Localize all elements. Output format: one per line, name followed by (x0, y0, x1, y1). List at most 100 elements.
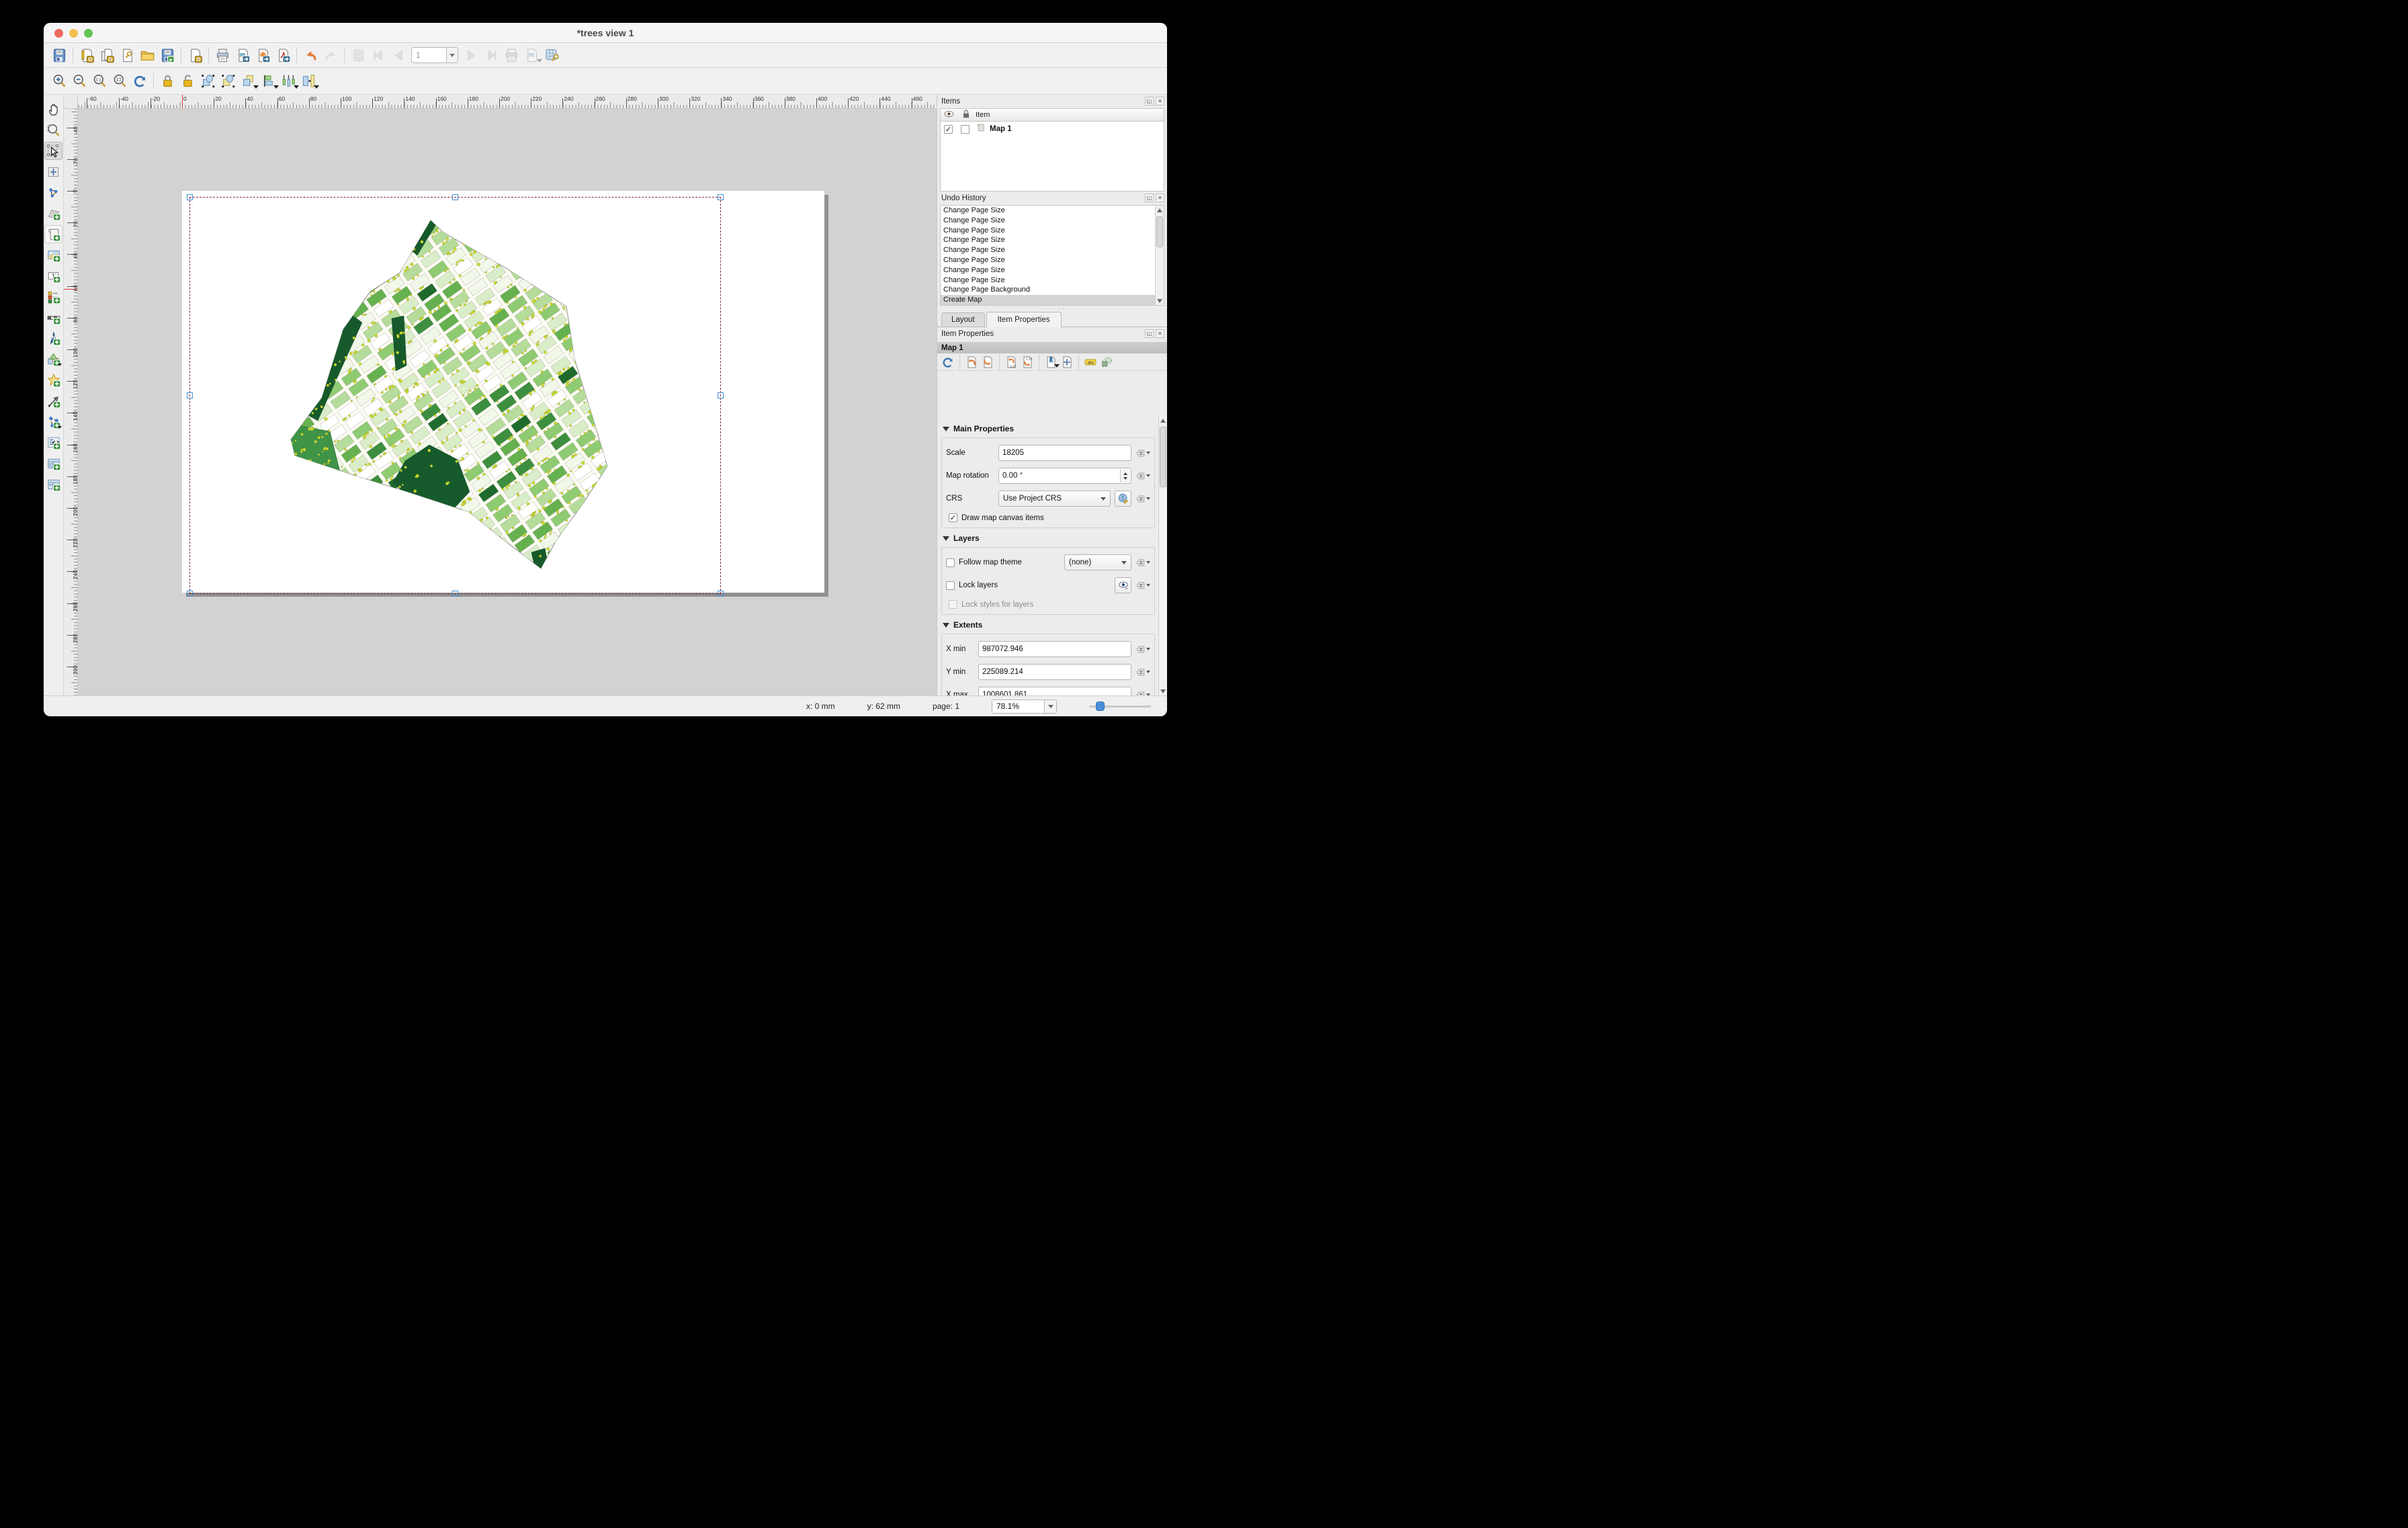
add-shape-button[interactable] (44, 350, 62, 368)
print-atlas-button[interactable] (501, 45, 521, 65)
items-row-map1[interactable]: ✓ Map 1 (941, 122, 1164, 136)
distribute-selected-items-button[interactable] (278, 71, 299, 91)
atlas-page-input[interactable] (411, 47, 446, 63)
set-map-extent-to-canvas-button[interactable] (963, 354, 980, 370)
resize-handle-w[interactable] (187, 392, 193, 398)
tab-item-properties[interactable]: Item Properties (986, 312, 1062, 327)
xmax-override-button[interactable] (1135, 688, 1150, 695)
lock-layers-override-button[interactable] (1135, 579, 1150, 592)
crs-dropdown[interactable]: Use Project CRS (998, 491, 1111, 507)
scroll-down-icon[interactable] (1159, 687, 1167, 695)
zoom-in-button[interactable] (49, 71, 69, 91)
panel-splitter[interactable] (937, 306, 1167, 311)
add-attribute-table-button[interactable] (44, 454, 62, 472)
resize-handle-nw[interactable] (187, 194, 193, 200)
map1-lock-checkbox[interactable] (961, 124, 970, 134)
select-crs-button[interactable] (1115, 491, 1131, 507)
follow-map-theme-checkbox[interactable] (946, 558, 955, 567)
layers-section[interactable]: Layers (943, 534, 1155, 543)
atlas-last-feature-button[interactable] (481, 45, 501, 65)
dropdown-icon[interactable] (446, 47, 458, 63)
xmax-input[interactable] (978, 687, 1131, 695)
edit-nodes-item-tool-button[interactable] (44, 183, 62, 202)
raise-selected-items-button[interactable] (238, 71, 259, 91)
zoom-slider-handle[interactable] (1096, 702, 1105, 711)
export-as-image-button[interactable] (232, 45, 253, 65)
close-panel-icon[interactable]: ✕ (1156, 194, 1164, 202)
select-move-item-tool-button[interactable] (44, 142, 62, 160)
zoom-out-button[interactable] (69, 71, 89, 91)
undo-history-entry[interactable]: Create Map (941, 295, 1164, 305)
export-atlas-button[interactable] (521, 45, 542, 65)
undo-history-entry[interactable]: Change Page Size (941, 216, 1164, 226)
group-items-button[interactable] (198, 71, 218, 91)
add-arrow-button[interactable] (44, 392, 62, 410)
xmin-input[interactable] (978, 641, 1131, 657)
layout-page[interactable] (182, 191, 824, 597)
scroll-down-icon[interactable] (1156, 296, 1164, 305)
add-marker-button[interactable] (44, 371, 62, 389)
ymin-input[interactable] (978, 664, 1131, 680)
resize-handle-n[interactable] (452, 194, 458, 200)
clipping-settings-button[interactable] (1099, 354, 1115, 370)
resize-handle-se[interactable] (718, 591, 724, 597)
spinner-arrows-icon[interactable] (1120, 469, 1130, 482)
zoom-full-extent-button[interactable] (110, 71, 130, 91)
undo-history-entry[interactable]: Change Page Size (941, 275, 1164, 286)
add-map-button[interactable] (44, 225, 62, 243)
redo-button[interactable] (320, 45, 341, 65)
atlas-next-feature-button[interactable] (461, 45, 481, 65)
scale-override-button[interactable] (1135, 446, 1150, 460)
close-panel-icon[interactable]: ✕ (1156, 97, 1164, 105)
export-as-svg-button[interactable] (253, 45, 273, 65)
add-3d-map-button[interactable] (44, 204, 62, 222)
map-item[interactable] (187, 194, 724, 597)
unlock-all-items-button[interactable] (177, 71, 198, 91)
properties-scrollbar[interactable] (1158, 416, 1167, 695)
zoom-level-combo[interactable] (992, 699, 1057, 714)
add-label-button[interactable]: T (44, 267, 62, 285)
zoom-dropdown-icon[interactable] (1044, 699, 1057, 714)
lock-selected-items-button[interactable] (157, 71, 177, 91)
lock-layers-checkbox[interactable] (946, 581, 955, 590)
theme-override-button[interactable] (1135, 556, 1150, 569)
add-north-arrow-button[interactable]: N (44, 329, 62, 347)
rotation-override-button[interactable] (1135, 469, 1150, 482)
resize-handle-s[interactable] (452, 591, 458, 597)
atlas-previous-feature-button[interactable] (388, 45, 408, 65)
add-scalebar-button[interactable] (44, 308, 62, 327)
float-panel-icon[interactable]: ◱ (1145, 97, 1154, 105)
undo-history-entry[interactable]: Change Page Size (941, 206, 1164, 216)
extents-section[interactable]: Extents (943, 620, 1155, 630)
layout-manager-button[interactable] (117, 45, 137, 65)
move-item-content-tool-button[interactable] (44, 163, 62, 181)
resize-handle-e[interactable] (718, 392, 724, 398)
layout-canvas[interactable] (78, 109, 937, 695)
add-fixed-table-button[interactable] (44, 475, 62, 493)
page-settings-button[interactable] (185, 45, 205, 65)
align-selected-items-button[interactable] (258, 71, 279, 91)
undo-history-entry[interactable]: Change Page Size (941, 245, 1164, 255)
map-theme-dropdown[interactable]: (none) (1064, 554, 1131, 570)
scroll-up-icon[interactable] (1156, 206, 1164, 214)
visibility-preset-button[interactable] (1115, 577, 1131, 593)
new-layout-button[interactable] (77, 45, 97, 65)
resize-handle-ne[interactable] (718, 194, 724, 200)
resize-selected-items-button[interactable] (298, 71, 319, 91)
tab-layout[interactable]: Layout (941, 312, 985, 327)
atlas-page-spinbox[interactable] (411, 47, 458, 63)
zoom-level-input[interactable] (992, 699, 1044, 714)
scroll-up-icon[interactable] (1159, 416, 1167, 425)
add-items-from-template-button[interactable] (137, 45, 157, 65)
bookmark-extent-button[interactable] (1043, 354, 1060, 370)
crs-override-button[interactable] (1135, 492, 1150, 505)
undo-history-entry[interactable]: Change Page Size (941, 235, 1164, 245)
map-rotation-spinbox[interactable]: 0.00 ° (998, 468, 1131, 484)
undo-scrollbar[interactable] (1155, 206, 1164, 305)
undo-button[interactable] (300, 45, 320, 65)
pan-layout-tool-button[interactable] (44, 100, 62, 118)
undo-history-entry[interactable]: Change Page Background (941, 285, 1164, 295)
resize-handle-sw[interactable] (187, 591, 193, 597)
add-node-item-button[interactable] (44, 413, 62, 431)
label-settings-button[interactable]: abc (1082, 354, 1099, 370)
